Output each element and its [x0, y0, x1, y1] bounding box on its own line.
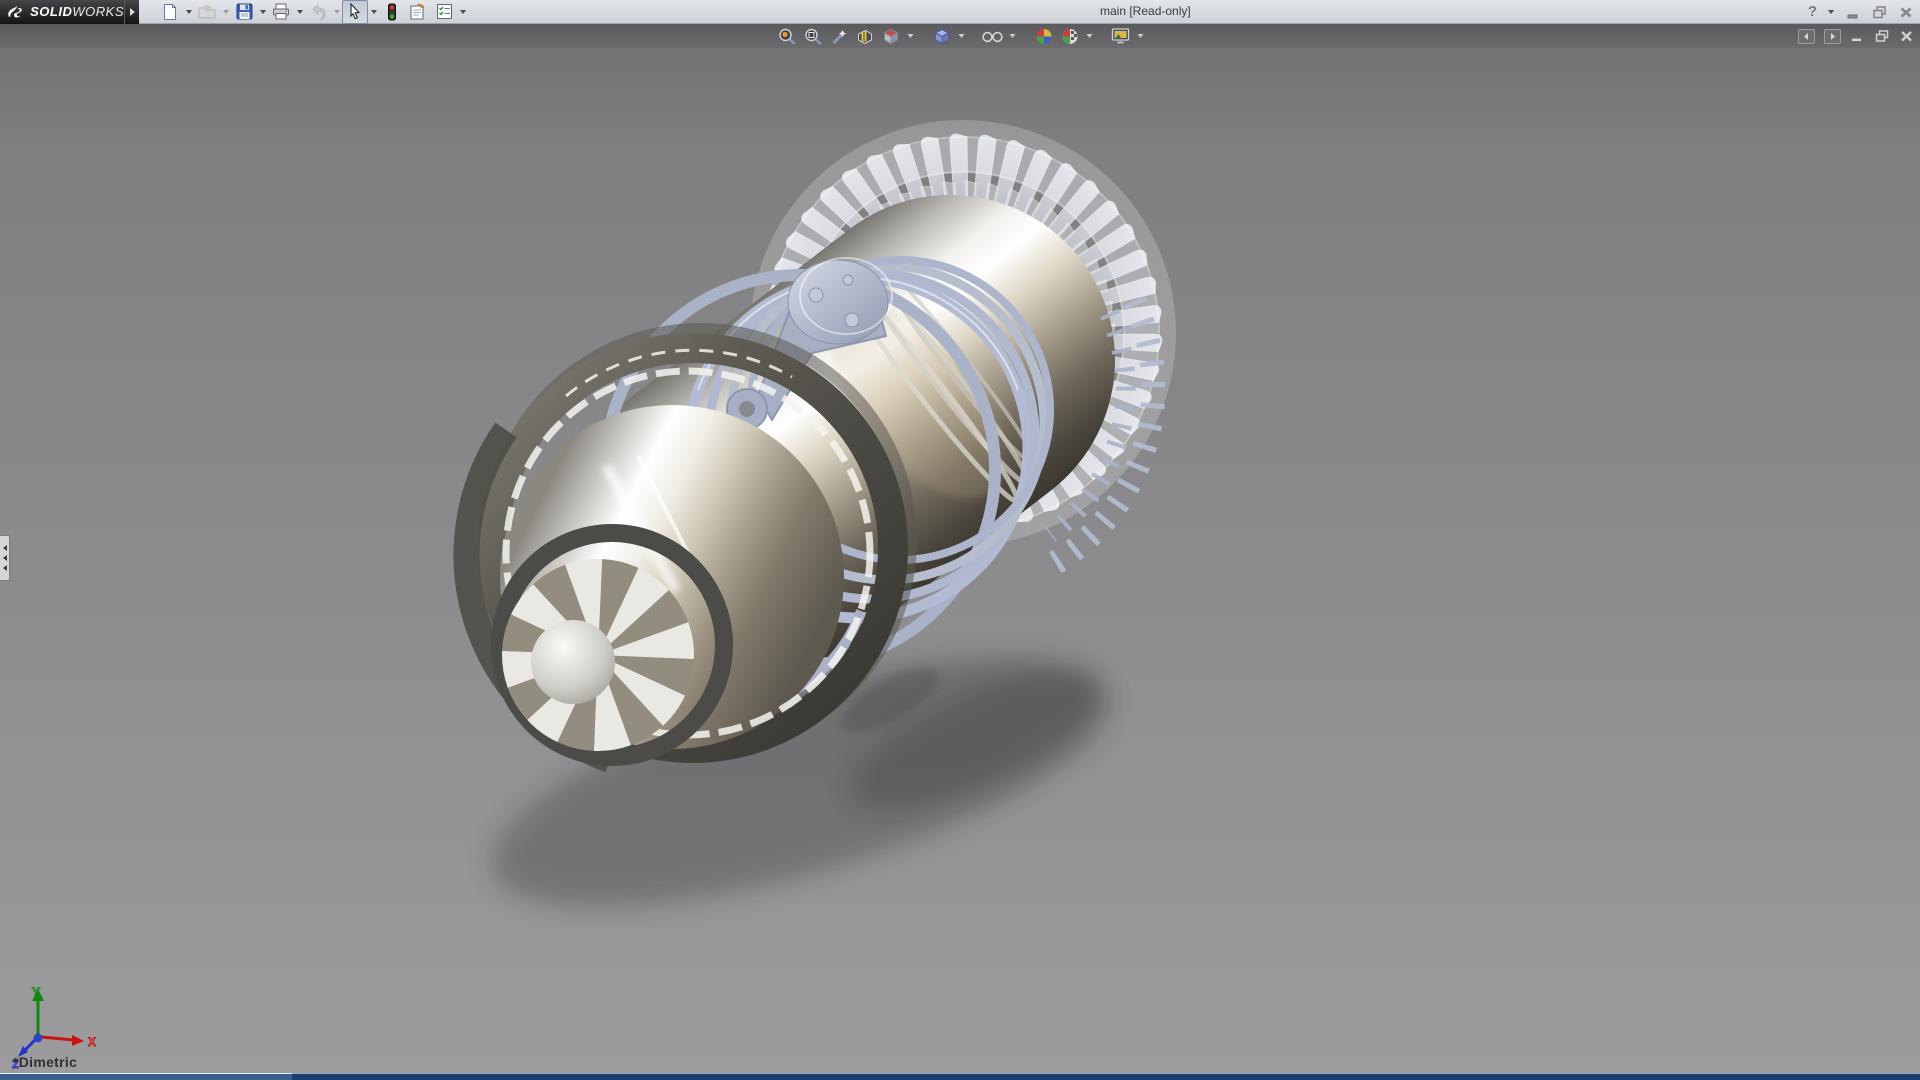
- restore-icon: [1874, 29, 1890, 43]
- section-view-button[interactable]: [853, 24, 877, 48]
- view-orientation-icon: [881, 27, 900, 46]
- view-settings-button[interactable]: [1109, 24, 1133, 48]
- close-icon: [1898, 4, 1914, 20]
- document-title: main [Read-only]: [1100, 4, 1191, 18]
- select-tool-button[interactable]: [342, 0, 368, 24]
- y-axis-label: Y: [32, 985, 40, 999]
- collapse-arrow-icon: [3, 555, 7, 561]
- menu-expand-arrow-icon[interactable]: [124, 0, 139, 24]
- solidworks-logo: SOLIDWORKS: [0, 0, 124, 24]
- view-orientation-label: *Dimetric: [13, 1054, 77, 1070]
- rebuild-button[interactable]: [379, 0, 405, 24]
- file-properties-icon: [409, 3, 427, 20]
- previous-view-icon: [829, 27, 848, 46]
- app-window-controls: ?: [1808, 0, 1914, 24]
- solidworks-wordmark: SOLIDWORKS: [30, 4, 124, 19]
- pane-right-arrow-icon: [1828, 32, 1837, 41]
- document-window-controls: [1798, 24, 1914, 48]
- dropdown-caret[interactable]: [956, 25, 967, 47]
- section-view-icon: [855, 27, 874, 46]
- apply-scene-button[interactable]: [1058, 24, 1082, 48]
- minimize-icon: [1845, 4, 1861, 20]
- dropdown-caret[interactable]: [1007, 25, 1018, 47]
- zoom-to-area-button[interactable]: [801, 24, 825, 48]
- open-folder-icon: [198, 4, 216, 20]
- show-task-pane-button[interactable]: [1824, 29, 1841, 44]
- doc-restore-button[interactable]: [1874, 29, 1890, 43]
- graphics-area[interactable]: Y X Z *Dimetric: [0, 48, 1920, 1073]
- open-button[interactable]: [194, 0, 220, 24]
- zoom-to-fit-icon: [777, 27, 796, 46]
- dropdown-caret[interactable]: [257, 1, 268, 23]
- dropdown-caret[interactable]: [294, 1, 305, 23]
- printer-icon: [272, 3, 290, 20]
- apply-scene-icon: [1060, 27, 1079, 46]
- display-style-icon: [932, 27, 951, 46]
- select-cursor-icon: [348, 3, 362, 20]
- show-feature-pane-button[interactable]: [1798, 29, 1815, 44]
- options-button[interactable]: [431, 0, 457, 24]
- new-document-icon: [162, 3, 178, 21]
- dropdown-caret[interactable]: [220, 1, 231, 23]
- eyeglasses-icon: [982, 29, 1004, 43]
- dropdown-caret[interactable]: [183, 1, 194, 23]
- help-dropdown-caret[interactable]: [1827, 1, 1835, 23]
- save-floppy-icon: [236, 3, 253, 20]
- close-button[interactable]: [1898, 4, 1914, 20]
- doc-close-button[interactable]: [1899, 29, 1914, 43]
- doc-minimize-button[interactable]: [1850, 29, 1865, 43]
- pane-left-arrow-icon: [1802, 32, 1811, 41]
- feature-panel-splitter[interactable]: [0, 535, 10, 581]
- options-checklist-icon: [436, 3, 453, 20]
- undo-button[interactable]: [305, 0, 331, 24]
- view-settings-icon: [1111, 27, 1131, 45]
- collapse-arrow-icon: [3, 545, 7, 551]
- dropdown-caret[interactable]: [457, 1, 468, 23]
- dropdown-caret[interactable]: [368, 1, 379, 23]
- minimize-icon: [1850, 29, 1865, 43]
- collapse-arrow-icon: [3, 565, 7, 571]
- hide-show-items-button[interactable]: [981, 24, 1005, 48]
- jet-engine-model: [0, 48, 1920, 1073]
- print-button[interactable]: [268, 0, 294, 24]
- edit-appearance-button[interactable]: [1032, 24, 1056, 48]
- main-toolbar: [157, 0, 468, 24]
- view-orientation-button[interactable]: [879, 24, 903, 48]
- save-button[interactable]: [231, 0, 257, 24]
- solidworks-window: SOLIDWORKS: [0, 0, 1920, 1080]
- traffic-light-icon: [387, 3, 397, 21]
- restore-button[interactable]: [1871, 4, 1888, 20]
- restore-icon: [1871, 4, 1888, 20]
- previous-view-button[interactable]: [827, 24, 851, 48]
- undo-arrow-icon: [309, 4, 327, 20]
- close-icon: [1899, 29, 1914, 43]
- help-button[interactable]: ?: [1808, 0, 1817, 24]
- zoom-to-fit-button[interactable]: [775, 24, 799, 48]
- exhaust-hub: [531, 620, 615, 704]
- viewport-top-band: [0, 24, 1920, 48]
- file-properties-button[interactable]: [405, 0, 431, 24]
- display-style-button[interactable]: [930, 24, 954, 48]
- dropdown-caret[interactable]: [905, 25, 916, 47]
- x-axis-label: X: [88, 1035, 96, 1049]
- zoom-to-area-icon: [803, 27, 822, 46]
- new-document-button[interactable]: [157, 0, 183, 24]
- dropdown-caret[interactable]: [1135, 25, 1146, 47]
- title-bar: SOLIDWORKS: [0, 0, 1920, 24]
- taskbar-edge-highlight: [0, 1073, 292, 1080]
- appearance-sphere-icon: [1034, 27, 1053, 46]
- solidworks-logo-icon: [6, 4, 26, 20]
- taskbar-edge: [0, 1073, 1920, 1080]
- x-axis-arrow: [72, 1035, 84, 1046]
- heads-up-view-toolbar: [775, 24, 1146, 48]
- dropdown-caret[interactable]: [331, 1, 342, 23]
- minimize-button[interactable]: [1845, 4, 1861, 20]
- dropdown-caret[interactable]: [1084, 25, 1095, 47]
